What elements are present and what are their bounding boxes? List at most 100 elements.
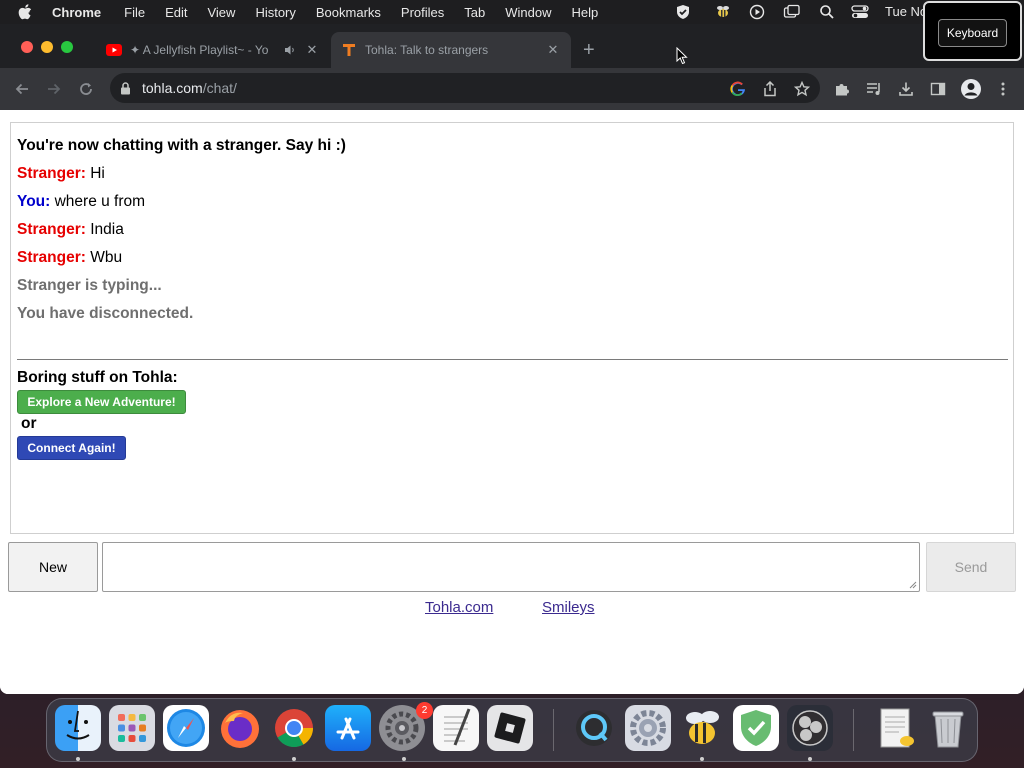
obs-icon[interactable] xyxy=(787,705,833,751)
launchpad-icon[interactable] xyxy=(109,705,155,751)
keyboard-overlay: Keyboard xyxy=(923,1,1022,61)
address-bar[interactable]: tohla.com/chat/ xyxy=(110,73,820,103)
chat-message: You: where u from xyxy=(17,193,145,211)
close-tab-icon[interactable]: ✕ xyxy=(545,42,561,58)
page-content: You're now chatting with a stranger. Say… xyxy=(0,110,1024,694)
menu-bar: Chrome File Edit View History Bookmarks … xyxy=(0,0,1024,24)
message-text: Hi xyxy=(90,165,105,182)
notification-badge: 2 xyxy=(416,702,433,719)
firefox-icon[interactable] xyxy=(217,705,263,751)
menu-tab[interactable]: Tab xyxy=(464,5,485,20)
boring-heading: Boring stuff on Tohla: xyxy=(17,369,178,386)
settings-gear-icon[interactable] xyxy=(625,705,671,751)
tab-strip: ✦ A Jellyfish Playlist~ - Yo ✕ Tohla: Ta… xyxy=(0,24,1024,68)
typing-status: Stranger is typing... xyxy=(17,277,162,294)
zoom-window-button[interactable] xyxy=(61,41,73,53)
lock-icon[interactable] xyxy=(120,81,132,95)
message-text: India xyxy=(90,221,124,238)
trash-icon[interactable] xyxy=(925,705,971,751)
youtube-icon xyxy=(106,42,122,58)
keyboard-button[interactable]: Keyboard xyxy=(938,19,1007,47)
minimize-window-button[interactable] xyxy=(41,41,53,53)
apple-menu-icon[interactable] xyxy=(18,4,34,20)
menu-file[interactable]: File xyxy=(124,5,145,20)
menu-bookmarks[interactable]: Bookmarks xyxy=(316,5,381,20)
resize-grip-icon[interactable] xyxy=(909,581,917,589)
tab-title: Tohla: Talk to strangers xyxy=(365,43,489,57)
message-text: Wbu xyxy=(90,249,123,266)
reload-icon[interactable] xyxy=(76,79,96,99)
close-window-button[interactable] xyxy=(21,41,33,53)
textedit-icon[interactable] xyxy=(433,705,479,751)
dock-separator xyxy=(853,709,854,751)
spotlight-search-icon[interactable] xyxy=(818,0,836,24)
download-icon[interactable] xyxy=(897,80,915,98)
new-tab-icon[interactable]: + xyxy=(583,40,595,60)
sender-label: You: xyxy=(17,193,51,210)
new-chat-button[interactable]: New xyxy=(8,542,98,592)
sender-label: Stranger: xyxy=(17,249,86,266)
menu-help[interactable]: Help xyxy=(572,5,599,20)
running-indicator xyxy=(808,757,812,761)
roblox-icon[interactable] xyxy=(487,705,533,751)
bookmark-star-icon[interactable] xyxy=(793,80,811,98)
share-icon[interactable] xyxy=(761,80,779,98)
adguard-icon[interactable] xyxy=(733,705,779,751)
menu-window[interactable]: Window xyxy=(505,5,551,20)
chat-divider xyxy=(17,359,1008,360)
bee-status-icon[interactable] xyxy=(714,0,732,24)
bee-app-icon[interactable] xyxy=(679,705,725,751)
document-icon[interactable] xyxy=(873,705,919,751)
message-input[interactable] xyxy=(102,542,920,592)
chat-message: Stranger: Hi xyxy=(17,165,105,183)
app-store-icon[interactable] xyxy=(325,705,371,751)
running-indicator xyxy=(402,757,406,761)
disconnect-status: You have disconnected. xyxy=(17,305,194,322)
control-center-icon[interactable] xyxy=(851,0,869,24)
footer-link-tohla[interactable]: Tohla.com xyxy=(425,599,493,616)
menu-clock[interactable]: Tue No xyxy=(885,4,927,19)
menu-app-name[interactable]: Chrome xyxy=(52,5,101,20)
explore-adventure-button[interactable]: Explore a New Adventure! xyxy=(17,390,186,414)
chat-message: Stranger: India xyxy=(17,221,124,239)
profile-avatar-icon[interactable] xyxy=(960,78,982,100)
tohla-icon xyxy=(341,42,357,58)
menu-history[interactable]: History xyxy=(255,5,295,20)
send-button[interactable]: Send xyxy=(926,542,1016,592)
speaker-icon[interactable] xyxy=(282,42,298,58)
tab-title: ✦ A Jellyfish Playlist~ - Yo xyxy=(130,43,269,57)
menu-view[interactable]: View xyxy=(207,5,235,20)
side-panel-icon[interactable] xyxy=(929,80,947,98)
sender-label: Stranger: xyxy=(17,221,86,238)
running-indicator xyxy=(292,757,296,761)
forward-arrow-icon[interactable] xyxy=(44,79,64,99)
tab-youtube-playlist[interactable]: ✦ A Jellyfish Playlist~ - Yo ✕ xyxy=(96,32,330,68)
windows-icon[interactable] xyxy=(783,0,801,24)
or-separator: or xyxy=(21,415,37,432)
tab-tohla[interactable]: Tohla: Talk to strangers ✕ xyxy=(331,32,571,68)
footer-link-smileys[interactable]: Smileys xyxy=(542,599,595,616)
shield-icon[interactable] xyxy=(674,0,692,24)
more-options-icon[interactable] xyxy=(994,80,1012,98)
safari-icon[interactable] xyxy=(163,705,209,751)
extensions-puzzle-icon[interactable] xyxy=(833,80,851,98)
close-tab-icon[interactable]: ✕ xyxy=(304,42,320,58)
browser-window: ✦ A Jellyfish Playlist~ - Yo ✕ Tohla: Ta… xyxy=(0,24,1024,694)
quicktime-icon[interactable] xyxy=(571,705,617,751)
play-circle-icon[interactable] xyxy=(748,0,766,24)
chat-log: You're now chatting with a stranger. Say… xyxy=(10,122,1014,534)
chrome-icon[interactable] xyxy=(271,705,317,751)
google-icon[interactable] xyxy=(729,80,747,98)
dock: 2 xyxy=(46,698,978,762)
back-arrow-icon[interactable] xyxy=(12,79,32,99)
menu-profiles[interactable]: Profiles xyxy=(401,5,444,20)
sender-label: Stranger: xyxy=(17,165,86,182)
chat-message: Stranger: Wbu xyxy=(17,249,122,267)
url-path: /chat/ xyxy=(202,80,237,96)
media-control-icon[interactable] xyxy=(865,80,883,98)
connect-again-button[interactable]: Connect Again! xyxy=(17,436,126,460)
menu-edit[interactable]: Edit xyxy=(165,5,187,20)
message-text: where u from xyxy=(54,193,146,210)
finder-icon[interactable] xyxy=(55,705,101,751)
browser-toolbar: tohla.com/chat/ xyxy=(0,68,1024,110)
